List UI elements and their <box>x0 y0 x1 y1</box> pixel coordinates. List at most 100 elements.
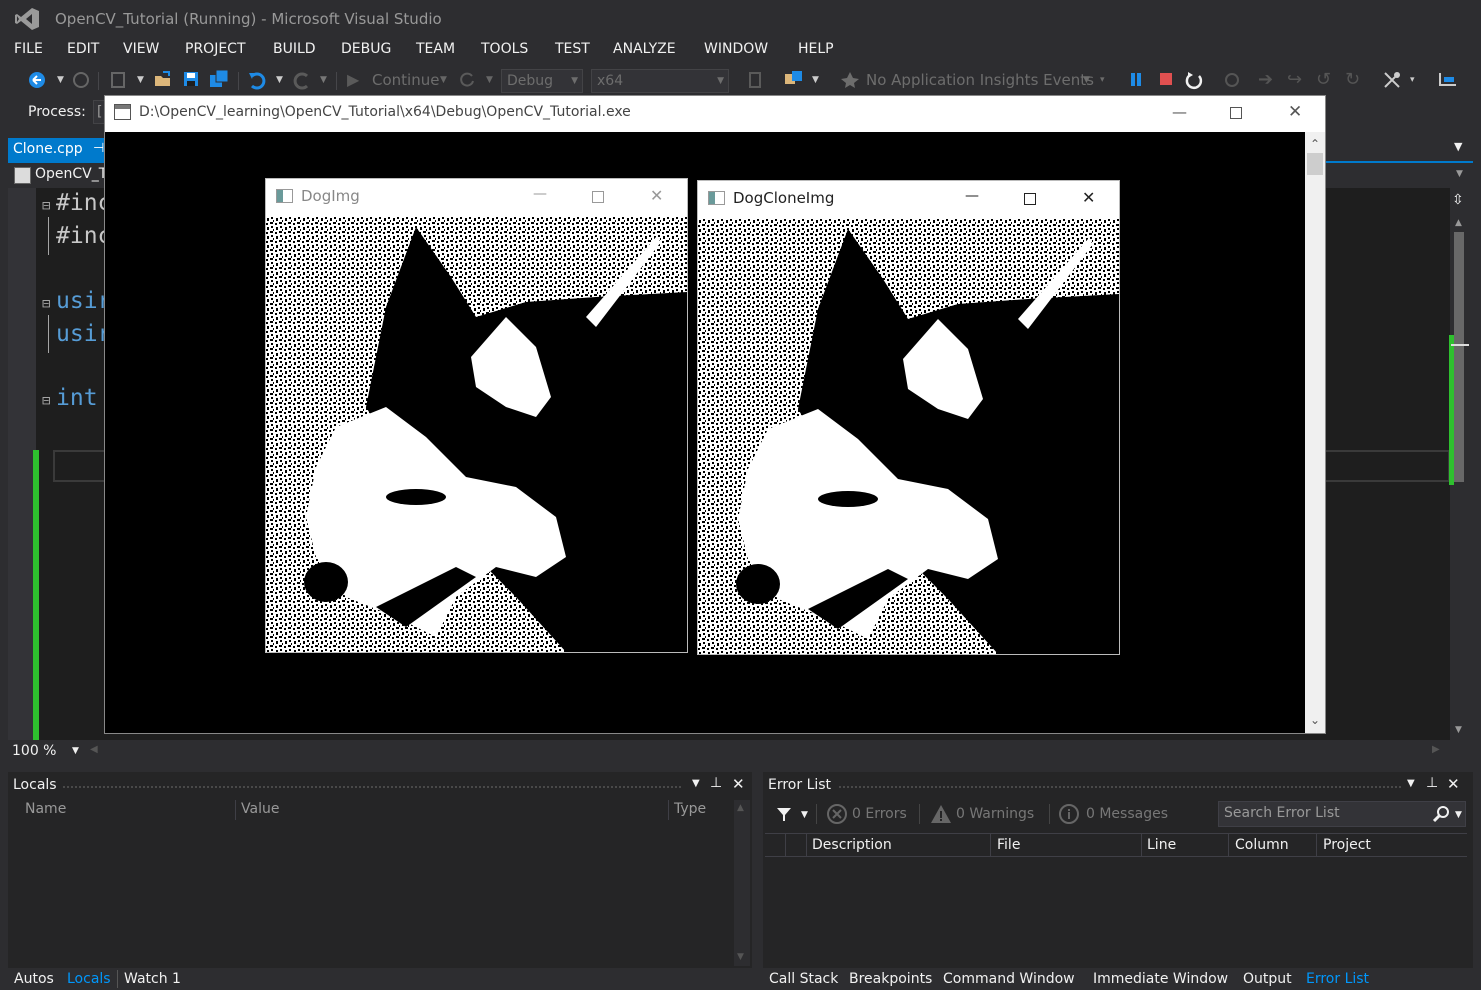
scroll-left-icon[interactable]: ◀ <box>90 744 98 755</box>
continue-button[interactable]: Continue <box>372 64 439 96</box>
tab-command-window[interactable]: Command Window <box>943 971 1075 987</box>
menu-build[interactable]: BUILD <box>273 38 316 62</box>
toolbar-overflow-icon[interactable]: ▾ <box>1100 64 1105 96</box>
step-over-icon[interactable]: ↪ <box>1287 64 1302 96</box>
fold-toggle-icon[interactable]: ⊟ <box>42 296 50 312</box>
pin-icon[interactable]: ⊣ <box>93 141 104 156</box>
scrollbar-thumb[interactable] <box>1454 232 1464 482</box>
scroll-up-icon[interactable]: ▲ <box>1455 218 1462 228</box>
menu-edit[interactable]: EDIT <box>67 38 99 62</box>
panel-grip[interactable] <box>62 785 682 790</box>
zoom-dropdown-icon[interactable]: ▼ <box>72 746 79 756</box>
column-divider[interactable] <box>1228 834 1229 856</box>
zoom-select[interactable]: 100 % <box>12 743 56 759</box>
step-out-icon[interactable]: ↺ <box>1316 64 1331 96</box>
filter-icon[interactable] <box>776 806 792 822</box>
fold-toggle-icon[interactable]: ⊟ <box>42 198 50 214</box>
tab-list-dropdown-icon[interactable]: ▼ <box>1454 140 1462 153</box>
split-icon[interactable]: ⇳ <box>1452 192 1464 208</box>
undo-dropdown-icon[interactable]: ▼ <box>276 64 283 96</box>
menu-test[interactable]: TEST <box>555 38 590 62</box>
continue-icon[interactable]: ▶ <box>347 64 359 96</box>
close-icon[interactable]: ✕ <box>732 775 745 793</box>
menu-debug[interactable]: DEBUG <box>341 38 391 62</box>
column-divider[interactable] <box>806 834 807 856</box>
show-next-statement-icon[interactable] <box>1222 70 1242 90</box>
tab-output[interactable]: Output <box>1243 971 1292 987</box>
tab-locals[interactable]: Locals <box>67 971 111 987</box>
scroll-down-icon[interactable]: ▼ <box>1455 725 1462 735</box>
pause-icon[interactable] <box>1131 73 1135 86</box>
menu-analyze[interactable]: ANALYZE <box>613 38 676 62</box>
find-in-files-icon[interactable] <box>783 70 805 90</box>
maximize-icon[interactable] <box>1024 193 1036 205</box>
tab-call-stack[interactable]: Call Stack <box>769 971 838 987</box>
hex-dropdown-icon[interactable]: ▾ <box>1410 64 1415 96</box>
restart-icon[interactable] <box>1184 70 1204 90</box>
console-scrollbar[interactable] <box>1305 132 1325 733</box>
scroll-down-icon[interactable]: ▼ <box>737 952 744 962</box>
forward-icon[interactable] <box>73 72 89 88</box>
close-icon[interactable]: ✕ <box>1447 775 1460 793</box>
device-icon[interactable] <box>746 71 764 89</box>
code-line[interactable]: int <box>56 385 98 411</box>
window-position-icon[interactable]: ▼ <box>692 778 700 789</box>
minimize-icon[interactable]: — <box>1172 103 1187 121</box>
menu-window[interactable]: WINDOW <box>704 38 768 62</box>
find-dropdown-icon[interactable]: ▼ <box>812 64 819 96</box>
member-dropdown-icon[interactable]: ▼ <box>1456 169 1463 179</box>
open-file-icon[interactable] <box>153 70 173 90</box>
filter-dropdown-icon[interactable]: ▼ <box>801 810 808 820</box>
project-scope-select[interactable]: OpenCV_T <box>35 166 107 182</box>
save-icon[interactable] <box>182 70 200 88</box>
solution-platform-select[interactable]: x64 ▼ <box>591 69 729 93</box>
window-position-icon[interactable]: ▼ <box>1407 778 1415 789</box>
column-column[interactable]: Column <box>1235 837 1289 853</box>
search-dropdown-icon[interactable]: ▼ <box>1455 810 1462 820</box>
column-file[interactable]: File <box>997 837 1020 853</box>
hex-display-icon[interactable] <box>1382 70 1402 90</box>
tab-autos[interactable]: Autos <box>14 971 54 987</box>
column-project[interactable]: Project <box>1323 837 1371 853</box>
redo-icon[interactable] <box>292 70 312 90</box>
pin-icon[interactable]: ⊥ <box>1426 775 1438 791</box>
panel-grip[interactable] <box>838 785 1403 790</box>
continue-dropdown-icon[interactable]: ▼ <box>440 64 447 96</box>
undo-icon[interactable] <box>247 70 267 90</box>
errors-filter-button[interactable]: 0 Errors <box>852 806 907 822</box>
column-divider[interactable] <box>990 834 991 856</box>
back-icon[interactable] <box>28 71 46 89</box>
minimize-icon[interactable]: — <box>533 186 547 202</box>
menu-project[interactable]: PROJECT <box>185 38 246 62</box>
new-project-icon[interactable] <box>110 71 128 89</box>
maximize-icon[interactable] <box>592 191 604 203</box>
save-all-icon[interactable] <box>208 69 230 89</box>
insights-icon[interactable] <box>840 71 860 89</box>
close-icon[interactable]: ✕ <box>1288 102 1302 122</box>
scrollbar-thumb[interactable] <box>1307 153 1323 175</box>
scroll-right-icon[interactable]: ▶ <box>1432 744 1440 755</box>
tab-watch-1[interactable]: Watch 1 <box>124 971 181 987</box>
stop-icon[interactable] <box>1160 73 1172 85</box>
solution-config-select[interactable]: Debug ▼ <box>501 69 583 93</box>
tab-error-list[interactable]: Error List <box>1306 971 1369 987</box>
scroll-up-icon[interactable]: ▲ <box>737 803 744 813</box>
maximize-icon[interactable] <box>1230 107 1242 119</box>
step-back-icon[interactable]: ↻ <box>1345 64 1360 96</box>
menu-help[interactable]: HELP <box>798 38 834 62</box>
column-type[interactable]: Type <box>674 801 706 817</box>
close-icon[interactable]: ✕ <box>650 186 663 205</box>
new-dropdown-icon[interactable]: ▼ <box>137 64 144 96</box>
column-name[interactable]: Name <box>25 801 66 817</box>
scroll-down-icon[interactable]: ⌄ <box>1310 713 1320 727</box>
threads-icon[interactable] <box>1438 71 1458 89</box>
back-dropdown-icon[interactable]: ▼ <box>57 64 64 96</box>
menu-tools[interactable]: TOOLS <box>481 38 528 62</box>
column-divider[interactable] <box>1141 834 1142 856</box>
messages-filter-button[interactable]: 0 Messages <box>1086 806 1168 822</box>
menu-team[interactable]: TEAM <box>416 38 455 62</box>
insights-events-button[interactable]: No Application Insights Events <box>866 64 1094 96</box>
minimize-icon[interactable]: — <box>965 188 979 204</box>
pin-icon[interactable]: ⊥ <box>710 775 722 791</box>
warnings-filter-button[interactable]: 0 Warnings <box>956 806 1034 822</box>
